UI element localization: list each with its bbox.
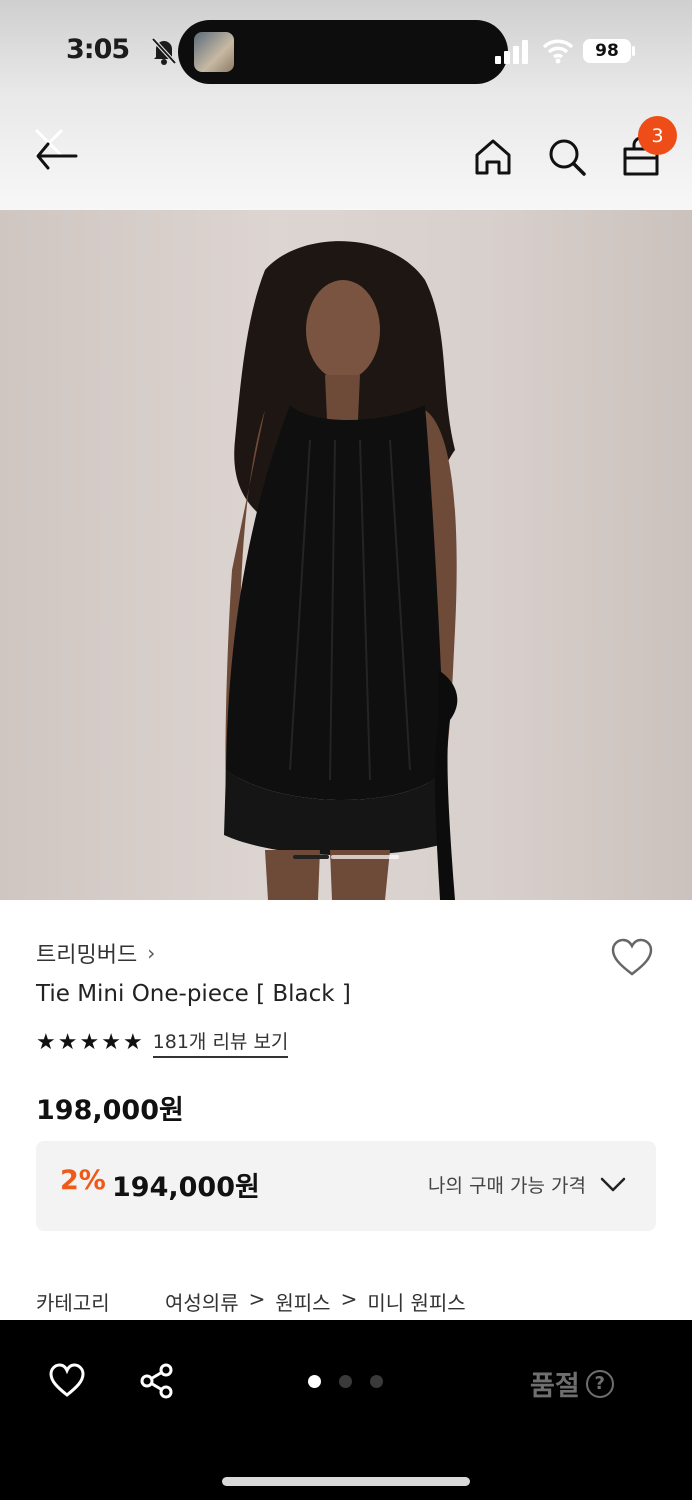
bottom-action-bar: [0, 1320, 692, 1500]
soldout-button[interactable]: 품절 ?: [530, 1364, 614, 1403]
brand-name: 트리밍버드: [36, 943, 138, 968]
share-icon[interactable]: [138, 1362, 176, 1400]
star-icon: ★: [122, 1029, 143, 1055]
soldout-label: 품절: [530, 1371, 580, 1402]
bottom-pager: [308, 1375, 383, 1388]
breadcrumb-separator: >: [340, 1287, 358, 1311]
chevron-right-icon: ›: [147, 941, 156, 965]
star-icon: ★: [36, 1029, 56, 1055]
product-name: Tie Mini One-piece [ Black ]: [36, 981, 351, 1007]
product-image[interactable]: [0, 210, 692, 900]
star-rating: ★ ★ ★ ★ ★: [36, 1029, 143, 1055]
category-women-clothing[interactable]: 여성의류: [165, 1287, 239, 1316]
category-label: 카테고리: [36, 1291, 110, 1315]
home-indicator[interactable]: [222, 1477, 470, 1486]
now-playing-thumbnail[interactable]: [194, 32, 234, 72]
pager-dot: [339, 1375, 352, 1388]
battery-level: 98: [595, 41, 619, 61]
battery-nub: [632, 46, 635, 56]
product-price: 198,000원: [36, 1095, 184, 1126]
discount-rate: 2%: [60, 1165, 106, 1196]
cart-count-badge: 3: [638, 116, 677, 155]
my-price-label: 나의 구매 가능 가격: [428, 1175, 586, 1197]
star-icon: ★: [79, 1029, 100, 1055]
search-icon[interactable]: [546, 136, 588, 178]
signal-icon: [495, 40, 528, 64]
home-icon[interactable]: [472, 136, 514, 178]
brand-link[interactable]: 트리밍버드 ›: [36, 937, 155, 969]
top-header: 3:05 98 3: [0, 0, 692, 210]
bell-off-icon: [151, 37, 177, 65]
member-price-box[interactable]: 2% 194,000원 나의 구매 가능 가격: [36, 1141, 656, 1231]
help-icon[interactable]: ?: [585, 1369, 614, 1398]
rating-row: ★ ★ ★ ★ ★ 181개 리뷰 보기: [36, 1027, 289, 1058]
dynamic-island: [178, 20, 508, 84]
category-mini-onepiece[interactable]: 미니 원피스: [367, 1287, 465, 1316]
status-time: 3:05: [66, 34, 130, 65]
category-onepiece[interactable]: 원피스: [275, 1287, 330, 1316]
category-breadcrumb: 여성의류 > 원피스 > 미니 원피스: [165, 1287, 466, 1316]
wishlist-heart-icon[interactable]: [610, 936, 654, 980]
chevron-down-icon[interactable]: [598, 1171, 628, 1197]
star-icon: ★: [57, 1029, 78, 1055]
discounted-price: 194,000원: [112, 1172, 260, 1203]
image-page-indicator: [293, 855, 399, 859]
pager-dot-active: [308, 1375, 321, 1388]
star-icon: ★: [101, 1029, 121, 1055]
product-photo: [224, 241, 458, 900]
pager-dot: [370, 1375, 383, 1388]
breadcrumb-separator: >: [248, 1287, 266, 1311]
wifi-icon: [542, 39, 574, 64]
battery-icon: 98: [583, 39, 631, 63]
heart-icon[interactable]: [48, 1362, 86, 1400]
review-link[interactable]: 181개 리뷰 보기: [152, 1027, 289, 1058]
back-arrow-icon[interactable]: [30, 124, 82, 176]
